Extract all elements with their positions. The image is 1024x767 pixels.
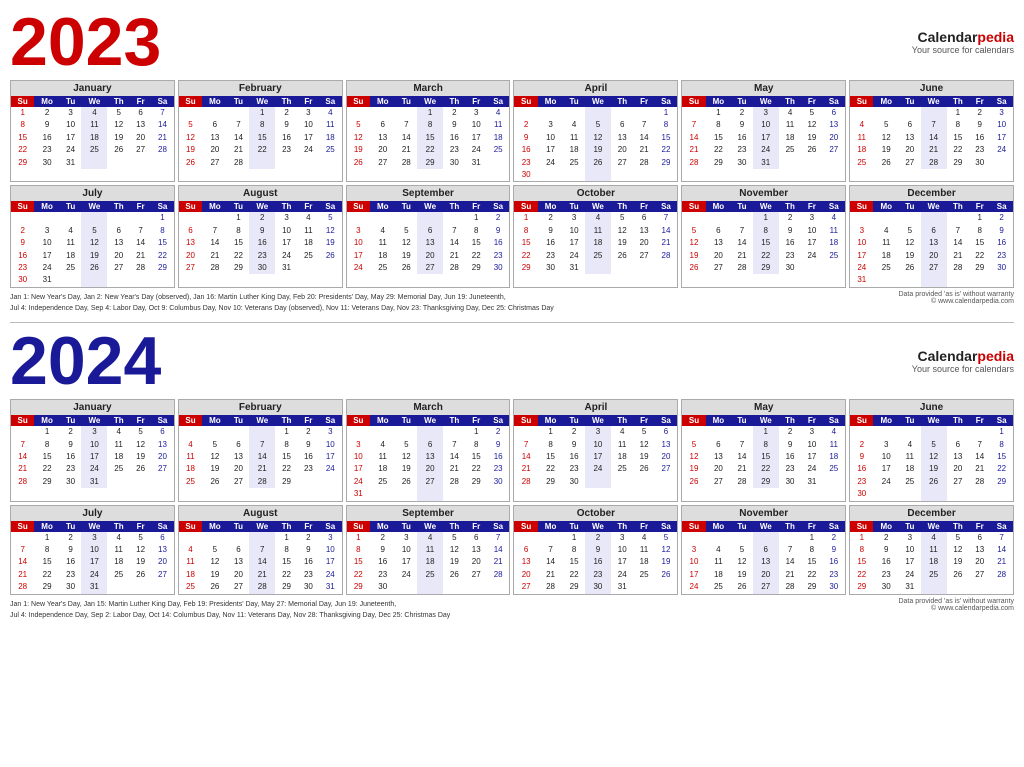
calendar-grid-2023-row1: January SuMoTuWeThFrSa 1234567 891011121… [10,80,1014,182]
brand-tagline-2023: Your source for calendars [912,45,1014,55]
month-apr-2023: April SuMoTuWeThFrSa 1 2345678 910111213… [513,80,678,182]
month-jun-2024: June SuMoTuWeThFrSa 1 2345678 9101112131… [849,399,1014,501]
brand-calendar-text-2024: Calendar [918,348,978,364]
month-title-jun-2024: June [850,400,1013,415]
holidays-line1-2024: Jan 1: New Year's Day, Jan 15: Martin Lu… [10,600,450,610]
month-aug-2024: August SuMoTuWeThFrSa 123 45678910 11121… [178,505,343,595]
holidays-2024: Jan 1: New Year's Day, Jan 15: Martin Lu… [10,598,450,624]
brand-tagline-2024: Your source for calendars [912,364,1014,374]
month-title-dec-2023: December [850,186,1013,201]
footer-right-2023: Data provided 'as is' without warranty ©… [898,291,1014,305]
month-title-aug-2024: August [179,506,342,521]
holidays-line2-2023: Jul 4: Independence Day, Sep 4: Labor Da… [10,304,554,314]
footer-note-2024: Data provided 'as is' without warranty [898,598,1014,605]
month-jul-2023: July SuMoTuWeThFrSa 1 2345678 9101112131… [10,185,175,287]
month-dec-2024: December SuMoTuWeThFrSa 1234567 89101112… [849,505,1014,595]
month-oct-2023: October SuMoTuWeThFrSa 1234567 891011121… [513,185,678,287]
month-feb-2023: February SuMoTuWeThFrSa 1234 567891011 1… [178,80,343,182]
month-nov-2023: November SuMoTuWeThFrSa 1234 567891011 1… [681,185,846,287]
year-2023-title: 2023 [10,8,161,76]
month-nov-2024: November SuMoTuWeThFrSa 12 3456789 10111… [681,505,846,595]
month-title-may-2024: May [682,400,845,415]
month-title-jul-2023: July [11,186,174,201]
month-jul-2024: July SuMoTuWeThFrSa 123456 78910111213 1… [10,505,175,595]
month-may-2023: May SuMoTuWeThFrSa 123456 78910111213 14… [681,80,846,182]
month-oct-2024: October SuMoTuWeThFrSa 12345 6789101112 … [513,505,678,595]
month-title-oct-2023: October [514,186,677,201]
calendar-grid-2024-row1: January SuMoTuWeThFrSa 123456 7891011121… [10,399,1014,501]
month-title-feb-2024: February [179,400,342,415]
month-title-feb-2023: February [179,81,342,96]
month-mar-2024: March SuMoTuWeThFrSa 12 3456789 10111213… [346,399,511,501]
month-title-oct-2024: October [514,506,677,521]
month-title-jul-2024: July [11,506,174,521]
month-title-mar-2023: March [347,81,510,96]
calendar-grid-2023-row2: July SuMoTuWeThFrSa 1 2345678 9101112131… [10,185,1014,287]
holidays-line1-2023: Jan 1: New Year's Day, Jan 2: New Year's… [10,293,554,303]
month-mar-2023: March SuMoTuWeThFrSa 1234 567891011 1213… [346,80,511,182]
year-2023-section: 2023 Calendarpedia Your source for calen… [10,8,1014,316]
month-title-apr-2024: April [514,400,677,415]
brand-logo-2024: Calendarpedia Your source for calendars [912,348,1014,374]
year-2023-header: 2023 Calendarpedia Your source for calen… [10,8,1014,76]
month-feb-2024: February SuMoTuWeThFrSa 123 45678910 111… [178,399,343,501]
month-jan-2023: January SuMoTuWeThFrSa 1234567 891011121… [10,80,175,182]
month-may-2024: May SuMoTuWeThFrSa 1234 567891011 121314… [681,399,846,501]
month-title-apr-2023: April [514,81,677,96]
holidays-line2-2024: Jul 4: Independence Day, Sep 2: Labor Da… [10,611,450,621]
year-2024-title: 2024 [10,327,161,395]
month-apr-2024: April SuMoTuWeThFrSa 123456 78910111213 … [513,399,678,501]
month-title-sep-2023: September [347,186,510,201]
month-title-dec-2024: December [850,506,1013,521]
brand-pedia-text-2024: pedia [977,348,1014,364]
month-title-aug-2023: August [179,186,342,201]
month-jun-2023: June SuMoTuWeThFrSa 123 45678910 1112131… [849,80,1014,182]
footer-2023: Jan 1: New Year's Day, Jan 2: New Year's… [10,291,1014,317]
year-2024-header: 2024 Calendarpedia Your source for calen… [10,327,1014,395]
month-title-sep-2024: September [347,506,510,521]
month-jan-2024: January SuMoTuWeThFrSa 123456 7891011121… [10,399,175,501]
holidays-2023: Jan 1: New Year's Day, Jan 2: New Year's… [10,291,554,317]
month-title-may-2023: May [682,81,845,96]
brand-url-2023: © www.calendarpedia.com [898,298,1014,305]
footer-note-2023: Data provided 'as is' without warranty [898,291,1014,298]
month-title-jan-2024: January [11,400,174,415]
footer-right-2024: Data provided 'as is' without warranty ©… [898,598,1014,612]
brand-pedia-text: pedia [977,29,1014,45]
brand-logo-2023: Calendarpedia Your source for calendars [912,29,1014,55]
brand-url-2024: © www.calendarpedia.com [898,605,1014,612]
month-sep-2023: September SuMoTuWeThFrSa 12 3456789 1011… [346,185,511,287]
month-title-nov-2023: November [682,186,845,201]
footer-2024: Jan 1: New Year's Day, Jan 15: Martin Lu… [10,598,1014,624]
month-title-jan-2023: January [11,81,174,96]
month-title-jun-2023: June [850,81,1013,96]
month-dec-2023: December SuMoTuWeThFrSa 12 3456789 10111… [849,185,1014,287]
month-title-nov-2024: November [682,506,845,521]
brand-calendar-text: Calendar [918,29,978,45]
calendar-grid-2024-row2: July SuMoTuWeThFrSa 123456 78910111213 1… [10,505,1014,595]
month-sep-2024: September SuMoTuWeThFrSa 1234567 8910111… [346,505,511,595]
year-2024-section: 2024 Calendarpedia Your source for calen… [10,327,1014,623]
month-title-mar-2024: March [347,400,510,415]
month-aug-2023: August SuMoTuWeThFrSa 12345 6789101112 1… [178,185,343,287]
